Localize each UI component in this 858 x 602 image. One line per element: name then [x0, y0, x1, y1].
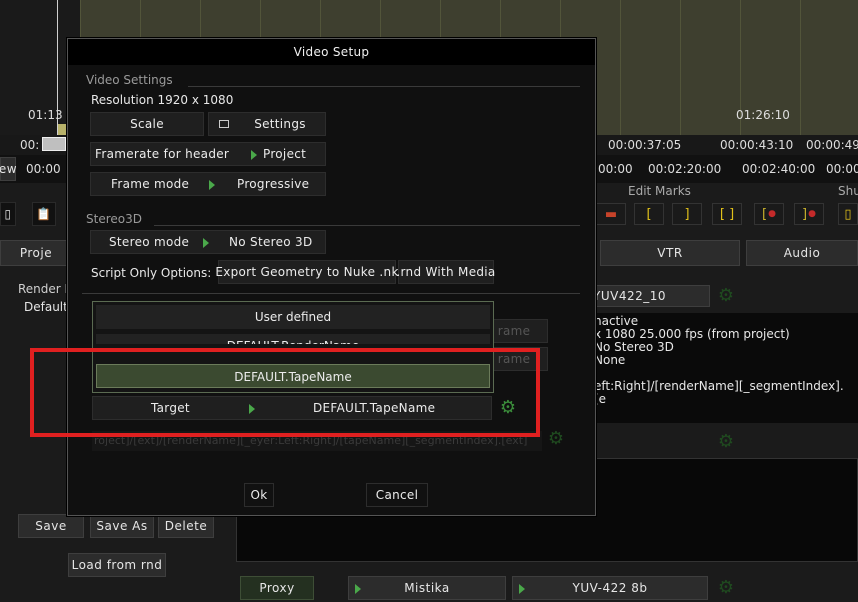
cancel-button[interactable]: Cancel — [366, 483, 428, 507]
dropdown-option[interactable]: User defined — [96, 305, 490, 329]
render-info-box: nactive x 1080 25.000 fps (from project)… — [585, 313, 858, 423]
frame-mode-label: Frame mode — [111, 177, 190, 191]
resolution-text: Resolution 1920 x 1080 — [91, 93, 234, 107]
dropdown-option[interactable]: DEFAULT.RenderName — [96, 334, 490, 344]
ruler-time-label: 01:26:10 — [736, 108, 790, 122]
framerate-label: Framerate for header — [95, 147, 230, 161]
chevron-right-icon — [355, 584, 361, 594]
ruler-timecode: 00:00 — [598, 162, 633, 176]
info-line: None — [594, 353, 626, 367]
scale-button[interactable]: Scale — [90, 112, 204, 136]
framerate-value: Project — [263, 147, 307, 161]
ok-button[interactable]: Ok — [244, 483, 274, 507]
stereo-mode-label: Stereo mode — [109, 235, 190, 249]
proxy-button[interactable]: Proxy — [240, 576, 314, 600]
clear-marks-icon[interactable]: ▬ — [596, 203, 626, 225]
chevron-right-icon — [203, 238, 209, 248]
export-geometry-button[interactable]: Export Geometry to Nuke .nk — [215, 260, 398, 284]
video-settings-label: Video Settings — [86, 73, 173, 87]
save-as-button[interactable]: Save As — [90, 514, 154, 538]
timeline-slider-handle[interactable] — [42, 137, 66, 151]
ruler-timecode: 00:02:20:00 — [648, 162, 722, 176]
chevron-right-icon — [519, 584, 525, 594]
clear-in-icon[interactable]: [● — [754, 203, 784, 225]
ruler-timecode: 00:00:37:05 — [608, 138, 682, 152]
video-setup-dialog: Video Setup Video Settings Resolution 19… — [67, 38, 596, 516]
tab-vtr[interactable]: VTR — [600, 240, 740, 266]
settings-label: Settings — [254, 117, 306, 131]
framerate-select[interactable]: Framerate for header Project — [90, 142, 326, 166]
shuttle-icon[interactable]: ▯ — [838, 203, 858, 225]
stereo-mode-select[interactable]: Stereo mode No Stereo 3D — [90, 230, 326, 254]
format-select[interactable]: YUV422_10 — [588, 285, 710, 307]
delete-button[interactable]: Delete — [158, 514, 214, 538]
render-label: Render I — [18, 282, 69, 296]
script-only-label: Script Only Options: — [91, 266, 212, 280]
codec-label: Mistika — [404, 581, 450, 595]
ruler-time-label: 01:13 — [28, 108, 63, 122]
view-button[interactable]: ew — [0, 157, 17, 181]
pixel-format-select[interactable]: YUV-422 8b — [512, 576, 708, 600]
edit-marks-label: Edit Marks — [628, 184, 691, 198]
gear-icon[interactable]: ⚙ — [716, 432, 736, 452]
chevron-right-icon — [209, 180, 215, 190]
load-from-rnd-button[interactable]: Load from rnd — [68, 553, 166, 577]
section-divider — [82, 293, 580, 294]
dialog-title: Video Setup — [68, 39, 595, 65]
ruler-timecode: 00:00: — [826, 162, 858, 176]
mark-in-out-icon[interactable]: [ ] — [712, 203, 742, 225]
frame-mode-select[interactable]: Frame mode Progressive — [90, 172, 326, 196]
info-line: eft:Right]/[renderName][_segmentIndex].[… — [594, 379, 844, 406]
info-line: No Stereo 3D — [594, 340, 674, 354]
clipboard-icon[interactable]: 📋 — [32, 202, 56, 226]
pixel-format-label: YUV-422 8b — [572, 581, 648, 595]
rnd-with-media-button[interactable]: .rnd With Media — [396, 260, 495, 284]
mark-in-icon[interactable]: [ — [634, 203, 664, 225]
gear-icon[interactable]: ⚙ — [716, 286, 736, 306]
ruler-timecode: 00:00:49: — [806, 138, 858, 152]
shu-label: Shu — [838, 184, 858, 198]
section-divider — [154, 225, 580, 226]
mark-out-icon[interactable]: ] — [672, 203, 702, 225]
frame-mode-value: Progressive — [237, 177, 310, 191]
highlight-annotation-box — [30, 348, 540, 437]
tab-project[interactable]: Proje — [0, 240, 72, 266]
gear-icon[interactable]: ⚙ — [716, 578, 736, 598]
stereo-mode-value: No Stereo 3D — [229, 235, 313, 249]
checkbox-icon[interactable] — [219, 120, 229, 128]
save-button[interactable]: Save — [18, 514, 84, 538]
chevron-right-icon — [251, 150, 257, 160]
stereo3d-label: Stereo3D — [86, 212, 142, 226]
gear-icon[interactable]: ⚙ — [546, 429, 566, 449]
ruler-timecode: 00:00:43:10 — [720, 138, 794, 152]
default-label: Default — [24, 300, 68, 314]
clear-out-icon[interactable]: ] ● — [794, 203, 824, 225]
codec-select[interactable]: Mistika — [348, 576, 506, 600]
ruler-timecode: 00:02:40:00 — [742, 162, 816, 176]
tab-audio[interactable]: Audio — [746, 240, 858, 266]
copy-icon[interactable]: ▯ — [0, 202, 16, 226]
ruler-timecode: 00: — [20, 138, 40, 152]
settings-button[interactable]: Settings — [208, 112, 326, 136]
section-divider — [188, 86, 580, 87]
ruler-timecode: 00:00 — [26, 162, 61, 176]
